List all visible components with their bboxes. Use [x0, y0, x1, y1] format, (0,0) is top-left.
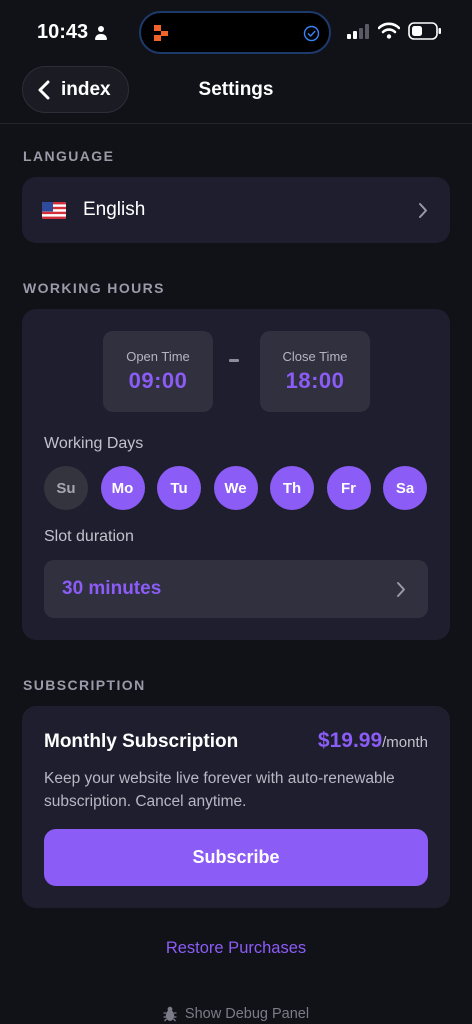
restore-purchases-link[interactable]: Restore Purchases [0, 939, 472, 958]
working-hours-card: Open Time 09:00 Close Time 18:00 Working… [22, 309, 450, 640]
subscription-card: Monthly Subscription $19.99 /month Keep … [22, 706, 450, 908]
close-time-label: Close Time [282, 349, 348, 364]
subscription-section-label: SUBSCRIPTION [23, 677, 146, 693]
language-section-label: LANGUAGE [23, 148, 115, 164]
plan-description: Keep your website live forever with auto… [44, 770, 395, 810]
us-flag-icon [42, 201, 66, 219]
check-circle-icon [303, 25, 320, 42]
time-range-separator [229, 359, 239, 362]
working-hours-section-label: WORKING HOURS [23, 280, 165, 296]
app-logo-icon [154, 25, 168, 41]
person-icon [94, 25, 108, 40]
day-toggle-we[interactable]: We [213, 466, 258, 510]
day-toggle-sa[interactable]: Sa [383, 466, 427, 510]
status-bar: 10:43 [0, 0, 472, 62]
slot-duration-value: 30 minutes [62, 578, 162, 599]
open-time-value: 09:00 [128, 368, 188, 393]
day-toggle-su[interactable]: Su [44, 466, 88, 510]
plan-price: $19.99 /month [318, 729, 428, 753]
open-time-picker[interactable]: Open Time 09:00 [103, 331, 213, 412]
language-selector[interactable]: English [22, 177, 450, 243]
slot-duration-label: Slot duration [44, 528, 134, 545]
settings-screen: 10:43 index Settings LANGUAGE English WO… [0, 0, 472, 1024]
signal-icon [347, 24, 369, 39]
day-toggle-tu[interactable]: Tu [157, 466, 201, 510]
plan-title: Monthly Subscription [44, 731, 239, 752]
subscribe-button[interactable]: Subscribe [44, 829, 428, 886]
working-days-label: Working Days [44, 435, 144, 452]
close-time-picker[interactable]: Close Time 18:00 [260, 331, 370, 412]
bug-icon [163, 1006, 177, 1022]
page-title: Settings [198, 79, 274, 100]
clock-text: 10:43 [37, 21, 89, 43]
nav-bar: index Settings [0, 62, 472, 124]
chevron-right-icon [419, 202, 427, 218]
dynamic-island [139, 11, 331, 54]
close-time-value: 18:00 [285, 368, 345, 393]
day-toggle-fr[interactable]: Fr [326, 466, 371, 510]
wifi-icon [378, 22, 400, 39]
battery-icon [408, 22, 441, 40]
day-toggle-mo[interactable]: Mo [100, 466, 145, 510]
status-time: 10:43 [37, 21, 108, 44]
language-value: English [83, 199, 146, 220]
working-days-selector: Su Mo Tu We Th Fr Sa [44, 466, 427, 510]
price-amount: $19.99 [317, 729, 383, 752]
open-time-label: Open Time [126, 349, 190, 364]
day-toggle-th[interactable]: Th [270, 466, 314, 510]
show-debug-panel-link[interactable]: Show Debug Panel [0, 1006, 472, 1022]
price-period: /month [382, 734, 428, 751]
slot-duration-selector[interactable]: 30 minutes [44, 560, 428, 618]
chevron-right-icon [397, 581, 405, 597]
debug-label: Show Debug Panel [184, 1006, 310, 1022]
